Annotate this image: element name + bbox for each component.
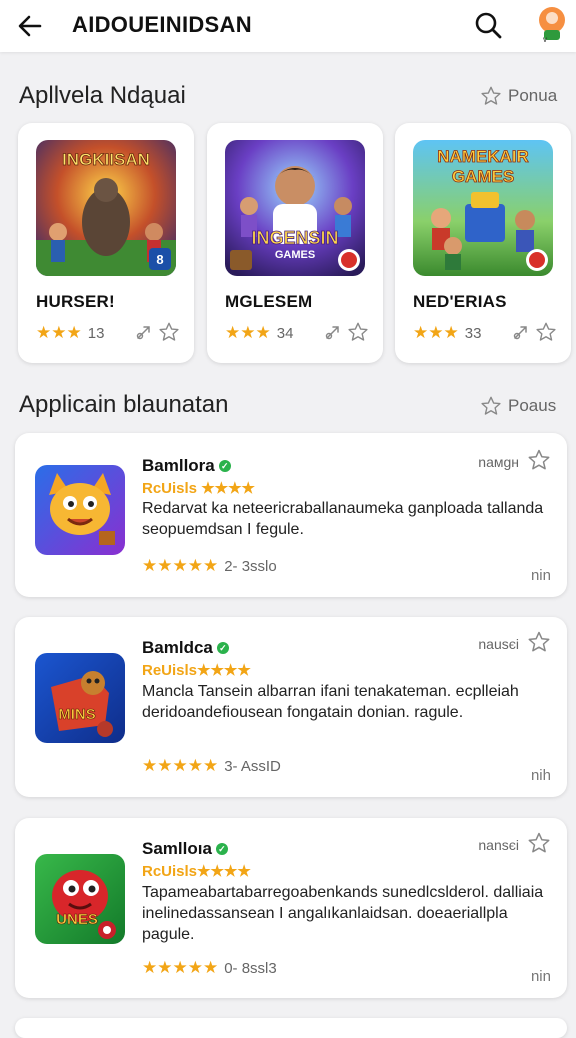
rating-value: 13 (87, 324, 105, 342)
app-name: NED'ERIAS (413, 292, 507, 311)
verified-badge-icon: ✓ (218, 460, 231, 472)
favorite-star-icon[interactable] (158, 321, 180, 343)
app-tag: naмgн (478, 454, 519, 470)
list-item[interactable]: MINS Bamldca ✓ ReUisls★★★★ Mancla Tansei… (15, 617, 567, 797)
app-icon (35, 465, 125, 555)
favorite-star-icon[interactable] (527, 630, 551, 654)
app-rating: ★★★★★ 0- 8ssl3 (142, 958, 277, 978)
card-actions (511, 321, 557, 343)
app-icon: UNES (35, 854, 125, 944)
app-description: Redarvat ka neteericraballanaumeka ganpl… (142, 500, 544, 538)
search-icon[interactable] (472, 9, 504, 41)
app-name: Samlloıa (142, 839, 212, 858)
favorite-star-icon[interactable] (347, 321, 369, 343)
app-artwork: INGKIISAN 8 (36, 140, 176, 276)
app-name: Bamldca (142, 638, 213, 657)
app-name-row: Samlloıa ✓ (142, 839, 228, 859)
rating-value: 3- AssID (224, 757, 281, 775)
app-rating: ★★★ 13 (36, 323, 104, 343)
list-item[interactable]: UNES Samlloıa ✓ RcUisls★★★★ Tapameabarta… (15, 818, 567, 998)
share-icon[interactable] (511, 321, 533, 343)
favorite-star-icon[interactable] (527, 448, 551, 472)
icon-text: MINS (58, 706, 96, 723)
profile-avatar-icon[interactable]: v (530, 4, 570, 46)
app-footer-text: nin (530, 567, 551, 584)
art-title: INGKIISAN (62, 150, 150, 169)
favorite-star-icon[interactable] (535, 321, 557, 343)
art-title: NAMEKAIR (437, 147, 529, 166)
rating-stars-icon: ★★★ (413, 323, 459, 342)
app-name-row: Bamldca ✓ (142, 638, 229, 658)
app-tag: nansєi (478, 837, 519, 853)
featured-more-link[interactable]: Ponua (480, 85, 557, 107)
rating-value: 34 (276, 324, 294, 342)
svg-text:v: v (543, 35, 547, 44)
app-icon: MINS (35, 653, 125, 743)
app-name: MGLESEM (225, 292, 313, 311)
list-item-partial[interactable] (15, 1018, 567, 1038)
rating-value: 33 (464, 324, 482, 342)
card-actions (134, 321, 180, 343)
app-artwork: NAMEKAIR GAMES (413, 140, 553, 276)
share-icon[interactable] (134, 321, 156, 343)
app-name: HURSER! (36, 292, 115, 311)
share-icon[interactable] (323, 321, 345, 343)
app-footer-text: nin (530, 968, 551, 985)
app-rating: ★★★★★ 3- AssID (142, 756, 281, 776)
app-footer-text: nih (530, 767, 551, 784)
featured-more-label: Ponua (508, 86, 558, 105)
app-tag: nausєi (478, 636, 519, 652)
icon-text: UNES (56, 911, 98, 928)
svg-text:8: 8 (156, 252, 163, 267)
featured-section-title: Apllvela Ndąuai (19, 82, 186, 109)
favorite-star-icon[interactable] (527, 831, 551, 855)
star-outline-icon (481, 396, 501, 415)
card-actions (323, 321, 369, 343)
app-artwork: INGENSIN GAMES (225, 140, 365, 276)
rating-stars-icon: ★★★★★ (142, 556, 219, 575)
star-outline-icon (481, 86, 501, 105)
top-app-bar: AIDOUEINIDSAN v (0, 0, 576, 52)
app-name: Bamllora (142, 456, 215, 475)
list-section-title: Applicain blaunatan (19, 391, 229, 418)
app-subtitle: ReUisls★★★★ (142, 662, 251, 679)
rating-value: 0- 8ssl3 (224, 959, 277, 977)
back-arrow-icon[interactable] (14, 10, 46, 42)
art-subtitle: GAMES (275, 249, 315, 261)
rating-stars-icon: ★★★ (36, 323, 82, 342)
app-description: Tapameabartabarregoabenkands sunedlcslde… (142, 884, 544, 943)
app-rating: ★★★★★ 2- 3sslo (142, 556, 277, 576)
rating-stars-icon: ★★★★★ (142, 756, 219, 775)
rating-stars-icon: ★★★ (225, 323, 271, 342)
featured-app-card[interactable]: INGKIISAN 8 HURSER! ★★★ 13 (18, 123, 194, 363)
verified-badge-icon: ✓ (215, 843, 228, 855)
art-title: INGENSIN (251, 228, 338, 248)
featured-app-card[interactable]: NAMEKAIR GAMES NED'ERIAS ★★★ 33 (395, 123, 571, 363)
list-more-link[interactable]: Poaus (480, 395, 556, 417)
page-title: AIDOUEINIDSAN (72, 12, 252, 37)
app-name-row: Bamllora ✓ (142, 456, 231, 476)
app-rating: ★★★ 34 (225, 323, 293, 343)
art-subtitle: GAMES (452, 167, 514, 186)
rating-stars-icon: ★★★★★ (142, 958, 219, 977)
app-subtitle: RcUisls★★★★ (142, 863, 251, 880)
app-subtitle: RcUisls ★★★★ (142, 480, 255, 497)
list-more-label: Poaus (508, 396, 557, 415)
verified-badge-icon: ✓ (216, 642, 229, 654)
list-item[interactable]: Bamllora ✓ RcUisls ★★★★ Redarvat ka nete… (15, 433, 567, 597)
rating-value: 2- 3sslo (224, 557, 277, 575)
featured-app-card[interactable]: INGENSIN GAMES MGLESEM ★★★ 34 (207, 123, 383, 363)
app-rating: ★★★ 33 (413, 323, 481, 343)
app-description: Mancla Tansein albarran ifani tenakatema… (142, 683, 519, 721)
